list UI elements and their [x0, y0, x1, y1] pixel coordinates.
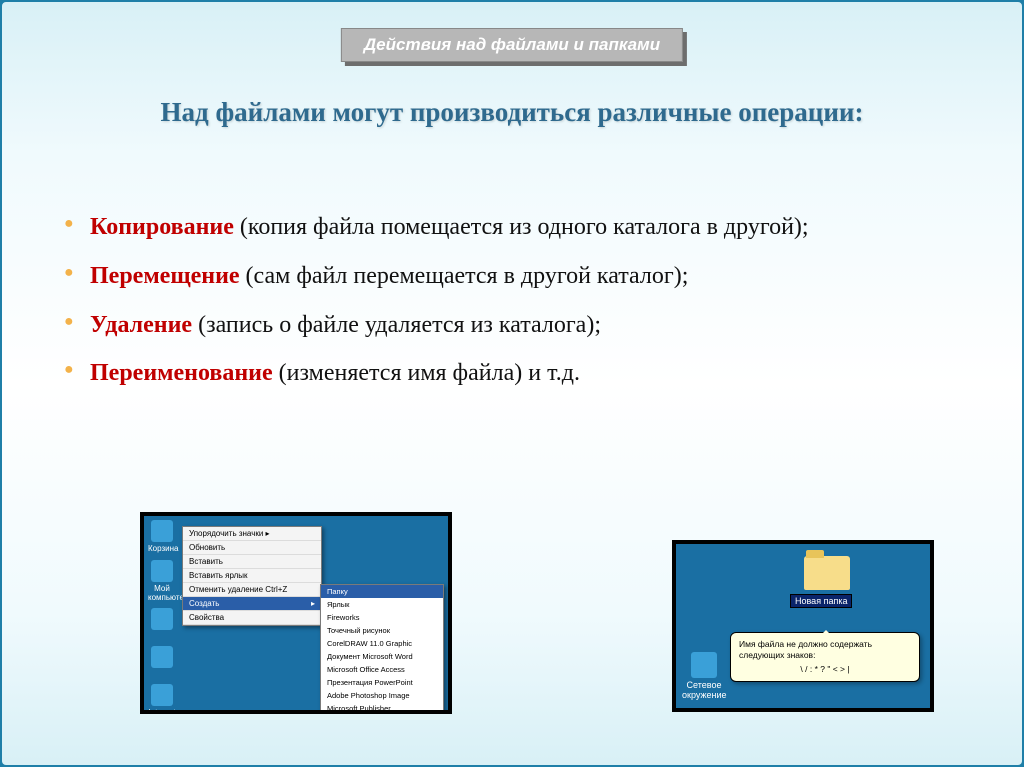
submenu-item: Microsoft Publisher [321, 702, 443, 710]
desktop-icon [148, 646, 176, 670]
embedded-screenshot-context-menu: Корзина Мой компьютер Internet Explorer Уп… [140, 512, 452, 714]
embedded-screenshot-rename-tooltip: Новая папка Сетевое окружение Имя файла … [672, 540, 934, 712]
slide-header-bar: Действия над файлами и папками [341, 28, 683, 62]
folder-icon [804, 556, 850, 590]
context-menu-item: Вставить ярлык [183, 569, 321, 583]
list-item: Переименование (изменяется имя файла) и … [60, 356, 964, 391]
submenu-item-highlight: Папку [321, 585, 443, 598]
folder-name-editbox: Новая папка [790, 594, 852, 608]
context-submenu: Папку ЯрлыкFireworksТочечный рисунокCore… [320, 584, 444, 710]
desktop-icon [148, 608, 176, 632]
context-menu-item: Упорядочить значки ▸ [183, 527, 321, 541]
list-item: Удаление (запись о файле удаляется из ка… [60, 308, 964, 343]
list-item: Копирование (копия файла помещается из о… [60, 210, 964, 245]
desktop-icon-network: Сетевое окружение [682, 652, 726, 700]
context-menu-item: Свойства [183, 611, 321, 625]
warning-tooltip: Имя файла не должно содержать следующих … [730, 632, 920, 682]
submenu-item: Презентация PowerPoint [321, 676, 443, 689]
list-item: Перемещение (сам файл перемещается в дру… [60, 259, 964, 294]
context-menu-item: Вставить [183, 555, 321, 569]
slide-title: Над файлами могут производиться различны… [0, 88, 1024, 137]
context-menu-item: Отменить удаление Ctrl+Z [183, 583, 321, 597]
submenu-item: Ярлык [321, 598, 443, 611]
submenu-item: CorelDRAW 11.0 Graphic [321, 637, 443, 650]
context-menu-item-highlight: Создать ▸ [183, 597, 321, 611]
context-menu-item: Обновить [183, 541, 321, 555]
submenu-item: Microsoft Office Access [321, 663, 443, 676]
submenu-item: Adobe Photoshop Image [321, 689, 443, 702]
context-menu: Упорядочить значки ▸ОбновитьВставитьВста… [182, 526, 322, 626]
slide-body: Копирование (копия файла помещается из о… [60, 210, 964, 405]
bullet-list: Копирование (копия файла помещается из о… [60, 210, 964, 391]
submenu-item: Точечный рисунок [321, 624, 443, 637]
submenu-item: Fireworks [321, 611, 443, 624]
desktop-icon: Internet Explorer [148, 684, 176, 710]
submenu-item: Документ Microsoft Word [321, 650, 443, 663]
desktop-icon: Корзина [148, 520, 176, 553]
desktop-icon: Мой компьютер [148, 560, 176, 602]
